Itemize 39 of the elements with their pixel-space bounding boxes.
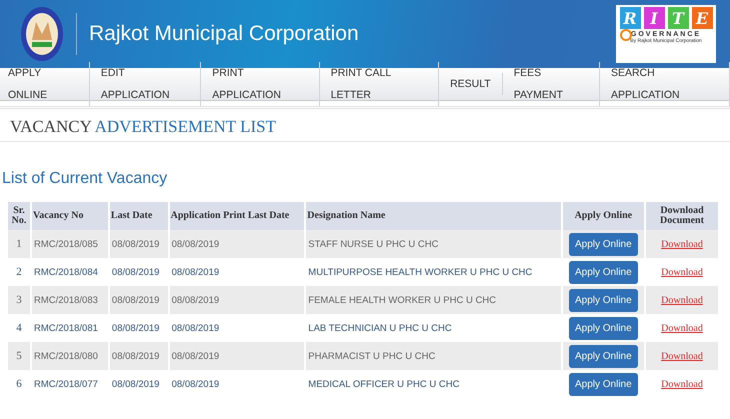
serial-number: 6	[8, 370, 31, 398]
seal-logo-icon	[20, 6, 64, 62]
logo-letter: T	[668, 7, 688, 29]
column-header: Vacancy No	[31, 202, 109, 230]
download-link[interactable]: Download	[661, 238, 703, 250]
nav-link[interactable]: APPLY ONLINE	[0, 62, 90, 106]
column-header: Download Document	[645, 202, 719, 230]
column-header: Application Print Last Date	[168, 202, 306, 230]
table-cell: 08/08/2019	[168, 370, 306, 398]
download-link[interactable]: Download	[661, 294, 703, 306]
column-header: Designation Name	[305, 202, 562, 230]
apply-online-button[interactable]: Apply Online	[568, 288, 638, 312]
nav-link[interactable]: SEARCH APPLICATION	[600, 62, 730, 106]
download-link[interactable]: Download	[661, 350, 703, 362]
apply-online-button[interactable]: Apply Online	[568, 316, 638, 340]
download-link[interactable]: Download	[661, 322, 703, 334]
logo-letter: R	[620, 7, 640, 29]
apply-online-button[interactable]: Apply Online	[568, 232, 638, 256]
site-title: Rajkot Municipal Corporation	[89, 22, 359, 46]
nav-link[interactable]: EDIT APPLICATION	[90, 62, 202, 106]
page-title: VACANCY ADVERTISEMENT LIST	[10, 117, 277, 137]
nav-link[interactable]: PRINT APPLICATION	[201, 62, 320, 106]
column-header: Sr. No.	[8, 202, 31, 230]
apply-online-button[interactable]: Apply Online	[568, 344, 638, 368]
column-header: Last Date	[108, 202, 169, 230]
table-cell: RMC/2018/077	[31, 370, 109, 398]
download-link[interactable]: Download	[661, 266, 703, 278]
section-title: List of Current Vacancy	[2, 170, 168, 188]
logo-letter: E	[692, 7, 712, 29]
nav-link[interactable]: PRINT CALL LETTER	[320, 62, 440, 106]
apply-online-button[interactable]: Apply Online	[568, 372, 638, 396]
download-link[interactable]: Download	[661, 378, 703, 390]
column-header: Apply Online	[562, 202, 645, 230]
logo-letter: I	[644, 7, 664, 29]
nav-link[interactable]: RESULT	[439, 73, 503, 95]
table-cell: MEDICAL OFFICER U PHC U CHC	[305, 370, 562, 398]
table-cell: 08/08/2019	[108, 370, 169, 398]
nav-link[interactable]: FEES PAYMENT	[502, 62, 600, 106]
apply-online-button[interactable]: Apply Online	[568, 260, 638, 284]
